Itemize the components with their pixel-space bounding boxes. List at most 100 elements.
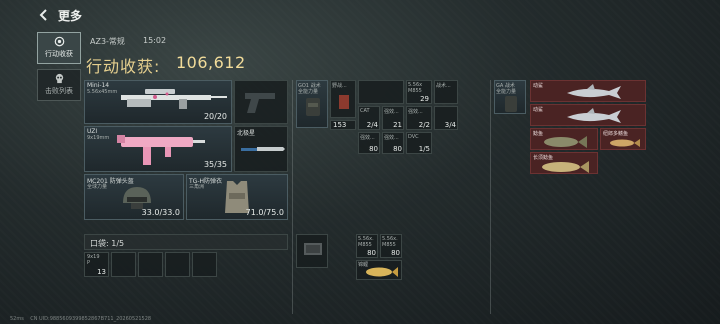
item-count: 13 (97, 268, 106, 276)
pocket-slot-5[interactable] (192, 252, 217, 277)
pocket-label-text: 口袋: (90, 239, 109, 248)
item-name: 动鲨 (533, 107, 544, 113)
item-name: 强效... (384, 109, 399, 115)
knife-icon (241, 147, 285, 151)
rig-item-slot[interactable]: 强效... 2/2 (406, 106, 432, 130)
item-sub: 全能力量 (298, 89, 319, 95)
rig-item-slot[interactable]: 强效... 80 (382, 132, 404, 154)
shark-icon (567, 108, 621, 123)
item-name: 动鲨 (533, 83, 544, 89)
item-sub: 全能力量 (496, 89, 517, 95)
rig-container-slot[interactable]: GO1 战术 全能力量 (296, 80, 328, 128)
rig-item-slot[interactable]: 153 (330, 120, 356, 130)
rig-item-slot[interactable]: 战术... (434, 80, 458, 104)
item-name: 强效... (384, 135, 399, 141)
pistol-icon (245, 93, 275, 113)
item-name: DVC (408, 134, 419, 140)
smg-icon (117, 135, 205, 165)
sidebar-item-action-harvest[interactable]: 行动收获 (37, 32, 81, 64)
sidebar-item-label: 击败列表 (45, 87, 73, 95)
fish-icon (610, 139, 640, 147)
ping-value: 52ms (10, 316, 24, 322)
ammo-count: 20/20 (203, 112, 227, 121)
rig-icon (306, 98, 320, 116)
back-arrow-icon[interactable] (38, 9, 50, 21)
catfish-icon (542, 161, 589, 173)
harvest-value: 106,612 (176, 53, 246, 72)
item-sub: M855 (358, 242, 372, 248)
rig-empty-slot[interactable] (358, 80, 404, 104)
footer-bar: 52ms CN UID:9885609399852867B711_2026052… (10, 316, 151, 322)
backpack-item-slot[interactable]: 5.56x. M855 80 (380, 234, 402, 258)
backpack-item-slot[interactable]: 锦鲤 (356, 260, 402, 280)
backpack-item-slot[interactable]: 5.56x. M855 80 (356, 234, 378, 258)
loot-item-shark-1[interactable]: 动鲨 (530, 80, 646, 102)
pocket-slot-1[interactable]: 9x19 P 13 (84, 252, 109, 277)
pocket-slot-3[interactable] (138, 252, 163, 277)
armor-sub: 三角洲 (189, 184, 205, 190)
loot-item-fish[interactable]: 纽郎多鳍鱼 (600, 128, 646, 150)
armor-slot[interactable]: TG-H防弹衣 三角洲 71.0/75.0 (186, 174, 288, 220)
item-name: 野战... (332, 83, 347, 89)
item-name: 强效... (408, 109, 423, 115)
item-count: 21 (393, 121, 402, 129)
item-sub: M855 (408, 88, 422, 94)
uid-text: CN UID:9885609399852867B711_20260521528 (30, 316, 152, 322)
durability: 71.0/75.0 (245, 208, 284, 217)
loot-item-catfish[interactable]: 鲶鱼 (530, 128, 598, 150)
item-count: 80 (393, 145, 402, 153)
item-count: 2/4 (366, 121, 378, 129)
secondary-weapon-slot[interactable]: UZI 9x19mm 35/35 (84, 126, 232, 172)
melee-slot[interactable]: 北极星 (234, 126, 288, 172)
item-count: 29 (420, 95, 429, 103)
sidearm-slot[interactable] (234, 80, 288, 124)
item-name: CAT (360, 108, 370, 114)
rig-item-slot[interactable]: 3/4 (434, 106, 458, 130)
primary-weapon-slot[interactable]: Mini-14 5.56x45mm 20/20 (84, 80, 232, 124)
weapon-ammo-type: 5.56x45mm (87, 89, 118, 95)
melee-name: 北极星 (237, 130, 256, 137)
pocket-slot-2[interactable] (111, 252, 136, 277)
pocket-slot-4[interactable] (165, 252, 190, 277)
pocket-count: 1/5 (111, 239, 125, 248)
backpack-container-slot[interactable] (296, 234, 328, 268)
skull-icon (55, 73, 63, 84)
helmet-slot[interactable]: MC201 防弹头盔 全球力量 33.0/33.0 (84, 174, 184, 220)
page-title: 更多 (58, 9, 83, 23)
ammo-count: 35/35 (203, 160, 227, 169)
rig-item-slot[interactable]: DVC 1/5 (406, 132, 432, 154)
column-divider (292, 80, 293, 314)
rig-item-slot[interactable]: 强效... 21 (382, 106, 404, 130)
gear-icon (54, 36, 64, 47)
koi-fish-icon (366, 267, 398, 277)
loot-item-shark-2[interactable]: 动鲨 (530, 104, 646, 126)
pocket-label: 口袋: 1/5 (90, 238, 124, 249)
harvest-label: 行动收获: (86, 57, 161, 76)
weapon-ammo-type: 9x19mm (87, 135, 110, 141)
item-count: 2/2 (418, 121, 430, 129)
helmet-sub: 全球力量 (87, 184, 108, 190)
weapon-name: UZI (87, 128, 98, 135)
rig-item-slot[interactable]: 野战... (330, 80, 356, 118)
mode-label: AZ3-常规 (90, 37, 125, 46)
item-sub: P (87, 260, 91, 266)
rifle-icon (121, 89, 227, 109)
field-kit-icon (339, 95, 349, 109)
item-name: 纽郎多鳍鱼 (603, 131, 629, 137)
item-sub: M855 (382, 242, 396, 248)
rig-icon (505, 96, 517, 112)
item-name: 强效... (360, 135, 375, 141)
case-icon (304, 243, 322, 255)
column-divider (490, 80, 491, 314)
loot-item-longbeard-catfish[interactable]: 长须鲶鱼 (530, 152, 598, 174)
item-count: 80 (369, 145, 378, 153)
match-time: 15:02 (143, 36, 167, 45)
rig-item-slot[interactable]: 5.56x M855 29 (406, 80, 432, 104)
sidebar-item-kill-list[interactable]: 击败列表 (37, 69, 81, 101)
item-count: 80 (391, 249, 400, 257)
item-count: 1/5 (418, 145, 430, 153)
rig-item-slot[interactable]: CAT 2/4 (358, 106, 380, 130)
weapon-name: Mini-14 (87, 82, 110, 89)
loot-container-slot[interactable]: GA 战术 全能力量 (494, 80, 526, 114)
rig-item-slot[interactable]: 强效... 80 (358, 132, 380, 154)
